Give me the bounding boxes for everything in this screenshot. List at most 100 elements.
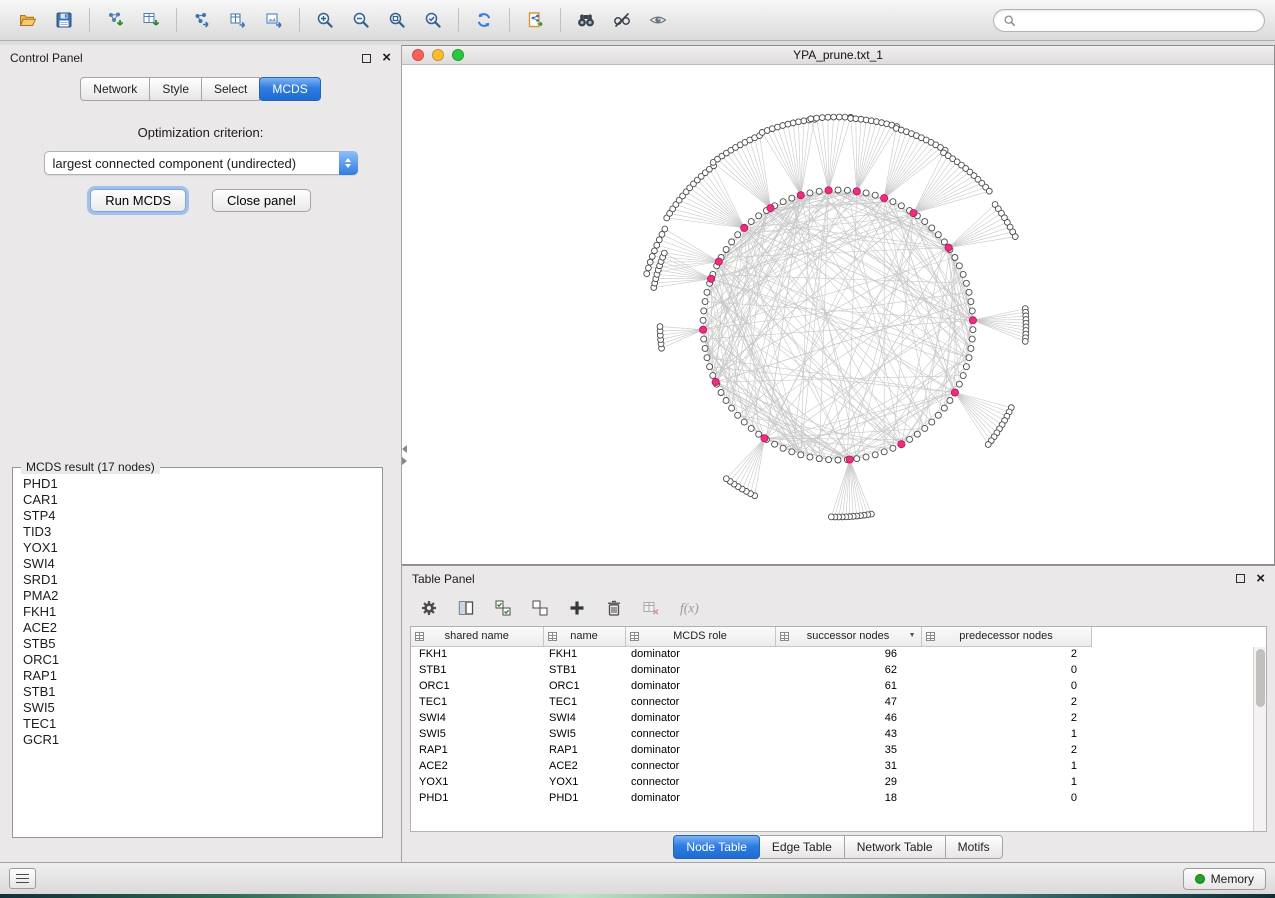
run-mcds-button[interactable]: Run MCDS xyxy=(90,189,186,212)
close-panel-button[interactable]: Close panel xyxy=(212,189,311,212)
status-menu-button[interactable] xyxy=(9,868,36,889)
result-node[interactable]: STP4 xyxy=(23,508,372,524)
table-row[interactable]: YOX1YOX1connector291 xyxy=(411,774,1253,790)
result-node[interactable]: ACE2 xyxy=(23,620,372,636)
refresh-button[interactable] xyxy=(466,5,502,35)
table-row[interactable]: ORC1ORC1dominator610 xyxy=(411,678,1253,694)
column-header[interactable]: MCDS role xyxy=(625,627,775,646)
float-table-panel-icon[interactable] xyxy=(1236,574,1245,583)
function-button[interactable]: f(x) xyxy=(679,599,706,617)
export-network-button[interactable] xyxy=(184,5,220,35)
tab-edge-table[interactable]: Edge Table xyxy=(760,835,845,859)
result-node[interactable]: RAP1 xyxy=(23,668,372,684)
column-type-icon xyxy=(630,632,639,644)
table-tabs: Node TableEdge TableNetwork TableMotifs xyxy=(402,832,1275,862)
delete-icon xyxy=(605,599,623,617)
close-table-panel-icon[interactable]: × xyxy=(1256,574,1265,584)
result-node[interactable]: GCR1 xyxy=(23,732,372,748)
result-node[interactable]: TID3 xyxy=(23,524,372,540)
table-row[interactable]: SWI5SWI5connector431 xyxy=(411,726,1253,742)
delete-button[interactable] xyxy=(605,599,623,617)
result-node[interactable]: STB1 xyxy=(23,684,372,700)
select-all-button[interactable] xyxy=(494,599,512,617)
tab-motifs[interactable]: Motifs xyxy=(946,835,1003,859)
zoom-out-button[interactable] xyxy=(343,5,379,35)
mcds-result-list: PHD1CAR1STP4TID3YOX1SWI4SRD1PMA2FKH1ACE2… xyxy=(15,472,380,835)
table-row[interactable]: RAP1RAP1dominator352 xyxy=(411,742,1253,758)
tab-style[interactable]: Style xyxy=(150,77,202,101)
open-folder-button[interactable] xyxy=(10,5,46,35)
export-table-button[interactable] xyxy=(220,5,256,35)
result-node[interactable]: YOX1 xyxy=(23,540,372,556)
document-share-icon xyxy=(526,11,544,29)
result-node[interactable]: SWI5 xyxy=(23,700,372,716)
table-row[interactable]: SWI4SWI4dominator462 xyxy=(411,710,1253,726)
result-node[interactable]: SRD1 xyxy=(23,572,372,588)
result-node[interactable]: SWI4 xyxy=(23,556,372,572)
result-node[interactable]: PHD1 xyxy=(23,476,372,492)
column-type-icon xyxy=(415,632,424,644)
search-box[interactable] xyxy=(993,9,1265,32)
table-row[interactable]: TEC1TEC1connector472 xyxy=(411,694,1253,710)
deselect-all-icon xyxy=(531,599,549,617)
save-button[interactable] xyxy=(46,5,82,35)
gear-button[interactable] xyxy=(420,599,438,617)
open-folder-icon xyxy=(19,11,37,29)
glasses-slash-button[interactable] xyxy=(604,5,640,35)
memory-status-icon xyxy=(1195,874,1205,884)
result-node[interactable]: CAR1 xyxy=(23,492,372,508)
export-image-button[interactable] xyxy=(256,5,292,35)
toolbar-separator xyxy=(299,8,300,32)
result-node[interactable]: PMA2 xyxy=(23,588,372,604)
panel-splitter[interactable] xyxy=(401,445,407,471)
deselect-all-button[interactable] xyxy=(531,599,549,617)
glasses-slash-icon xyxy=(613,11,631,29)
column-layout-icon xyxy=(457,599,475,617)
search-network-button[interactable] xyxy=(568,5,604,35)
zoom-out-icon xyxy=(352,11,370,29)
zoom-selected-button[interactable] xyxy=(415,5,451,35)
result-node[interactable]: TEC1 xyxy=(23,716,372,732)
result-node[interactable]: ORC1 xyxy=(23,652,372,668)
column-header[interactable]: successor nodes▼ xyxy=(775,627,921,646)
search-input[interactable] xyxy=(1022,13,1255,27)
tab-network[interactable]: Network xyxy=(80,77,150,101)
tab-network-table[interactable]: Network Table xyxy=(845,835,946,859)
add-button[interactable] xyxy=(568,599,586,617)
zoom-fit-button[interactable] xyxy=(379,5,415,35)
sort-indicator-icon: ▼ xyxy=(909,632,916,639)
table-row[interactable]: ACE2ACE2connector311 xyxy=(411,758,1253,774)
float-panel-icon[interactable] xyxy=(362,54,371,63)
eye-button[interactable] xyxy=(640,5,676,35)
column-header[interactable]: name xyxy=(543,627,625,646)
result-node[interactable]: FKH1 xyxy=(23,604,372,620)
menu-icon xyxy=(16,874,29,883)
zoom-window-button[interactable] xyxy=(452,49,464,61)
import-table-file-button[interactable] xyxy=(133,5,169,35)
toolbar-separator xyxy=(509,8,510,32)
zoom-in-icon xyxy=(316,11,334,29)
close-window-button[interactable] xyxy=(412,49,424,61)
column-header[interactable]: predecessor nodes xyxy=(921,627,1091,646)
import-network-file-button[interactable] xyxy=(97,5,133,35)
scrollbar-thumb[interactable] xyxy=(1256,649,1265,707)
eye-icon xyxy=(649,11,667,29)
column-layout-button[interactable] xyxy=(457,599,475,617)
zoom-in-button[interactable] xyxy=(307,5,343,35)
close-panel-icon[interactable]: × xyxy=(382,53,391,63)
memory-button[interactable]: Memory xyxy=(1183,868,1266,890)
table-row[interactable]: FKH1FKH1dominator962 xyxy=(411,646,1253,662)
minimize-window-button[interactable] xyxy=(432,49,444,61)
criterion-select[interactable]: largest connected component (undirected) xyxy=(44,151,358,175)
table-row[interactable]: PHD1PHD1dominator180 xyxy=(411,790,1253,806)
table-row[interactable]: STB1STB1dominator620 xyxy=(411,662,1253,678)
delete-table-button[interactable] xyxy=(642,599,660,617)
tab-mcds[interactable]: MCDS xyxy=(259,77,320,101)
result-node[interactable]: STB5 xyxy=(23,636,372,652)
tab-node-table[interactable]: Node Table xyxy=(673,835,760,859)
document-share-button[interactable] xyxy=(517,5,553,35)
network-canvas[interactable] xyxy=(402,65,1274,564)
tab-select[interactable]: Select xyxy=(202,77,260,101)
table-scrollbar[interactable] xyxy=(1253,647,1266,831)
column-header[interactable]: shared name xyxy=(411,627,543,646)
